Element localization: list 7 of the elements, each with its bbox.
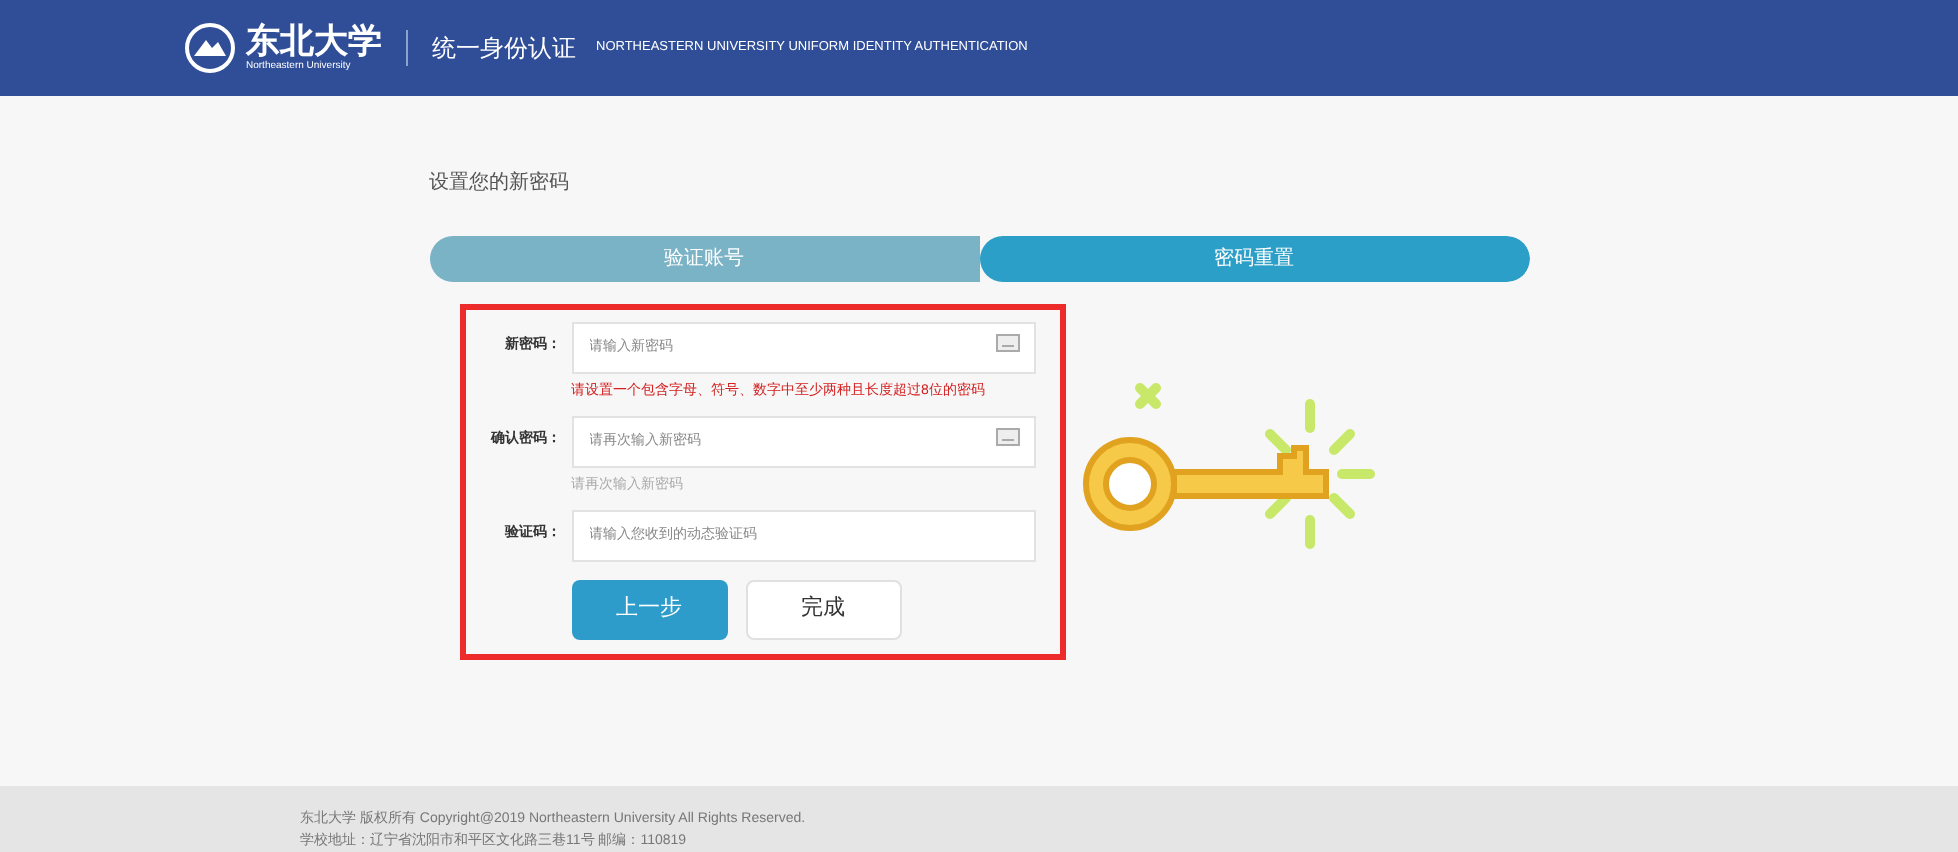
keyboard-icon[interactable] bbox=[995, 334, 1019, 352]
finish-button[interactable]: 完成 bbox=[745, 579, 901, 639]
page-title: 设置您的新密码 bbox=[429, 172, 569, 194]
emblem-icon[interactable] bbox=[184, 22, 236, 74]
site-title: 统一身份认证 bbox=[432, 32, 576, 66]
keyboard-icon[interactable] bbox=[995, 428, 1019, 446]
logo-text: 东北大学 bbox=[246, 25, 382, 59]
